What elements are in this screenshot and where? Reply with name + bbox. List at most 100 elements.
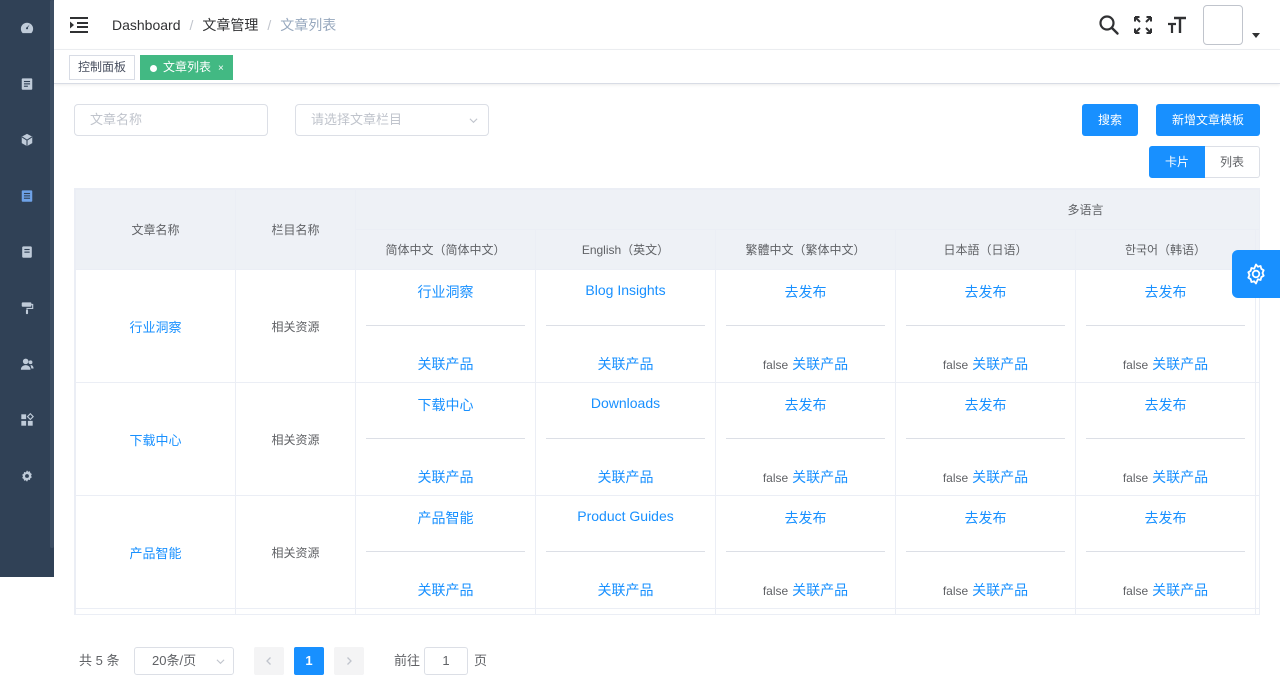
page-size-select[interactable]: 20条/页 [134,647,234,675]
cell-top: 去发布 [716,508,895,528]
lang-title-link[interactable]: 去发布 [965,397,1007,413]
lang-title-link[interactable]: 去发布 [785,510,827,526]
related-products-link[interactable]: 关联产品 [598,356,654,372]
article-name-link[interactable]: 产品智能 [129,546,181,561]
goto-page-input[interactable]: 1 [424,647,468,675]
lang-title-link[interactable]: 去发布 [965,510,1007,526]
related-products-link[interactable]: 关联产品 [598,582,654,598]
related-products-link[interactable]: 关联产品 [418,469,474,485]
sidebar-item-users[interactable] [0,336,54,392]
sidebar [0,0,54,577]
sidebar-item-modules[interactable] [0,392,54,448]
cell-stack: 行业洞察 关联产品 [356,270,535,382]
prev-page-button[interactable] [254,647,284,675]
tags-view: 控制面板 文章列表 × [54,50,1280,84]
avatar[interactable] [1203,5,1243,45]
cell-bottom: 关联产品 [536,354,715,374]
chevron-down-icon[interactable] [1252,33,1260,38]
page-number-current[interactable]: 1 [294,647,324,675]
cell-lang: Blog Insights 关联产品 [535,269,716,383]
sidebar-item-articles[interactable] [0,168,54,224]
related-products-link[interactable]: 关联产品 [792,356,848,372]
related-products-link[interactable]: 关联产品 [418,356,474,372]
cell-bottom: false 关联产品 [1076,354,1255,374]
font-size-icon[interactable] [1166,14,1188,36]
related-products-link[interactable]: 关联产品 [972,582,1028,598]
article-name-link[interactable]: 下载中心 [129,433,181,448]
pagination-total: 共 5 条 [79,653,120,668]
lang-title-link[interactable]: Downloads [591,395,660,411]
sidebar-item-books[interactable] [0,224,54,280]
article-name-link[interactable]: 行业洞察 [129,320,181,335]
lang-title-link[interactable]: 去发布 [785,284,827,300]
cell-lang: Product Guides 关联产品 [535,495,716,609]
cell-empty [235,608,356,614]
cell-empty [75,608,236,614]
view-list-button[interactable]: 列表 [1205,146,1260,178]
cell-lang: 去发布 false 关联产品 [895,495,1076,609]
related-products-link[interactable]: 关联产品 [972,469,1028,485]
lang-title-link[interactable]: 去发布 [1145,510,1187,526]
goto-prefix: 前往 [394,653,421,668]
cell-empty [1254,608,1259,614]
lang-title-link[interactable]: 去发布 [1145,284,1187,300]
hamburger-icon[interactable] [70,16,88,34]
lang-title-link[interactable]: 下载中心 [418,397,474,413]
category-placeholder: 请选择文章栏目 [311,112,403,127]
lang-title-link[interactable]: 产品智能 [418,510,474,526]
sidebar-item-dashboard[interactable] [0,0,54,56]
lang-title-link[interactable]: Blog Insights [585,282,665,298]
cell-lang: 去发布 false 关联产品 [895,382,1076,496]
cell-top: 去发布 [1076,395,1255,415]
breadcrumb-item-article-management[interactable]: 文章管理 [202,15,258,35]
sidebar-item-settings[interactable] [0,448,54,504]
lang-title-link[interactable]: 去发布 [965,284,1007,300]
breadcrumb-item-dashboard[interactable]: Dashboard [112,17,181,33]
lang-title-link[interactable]: 去发布 [785,397,827,413]
related-products-link[interactable]: 关联产品 [1152,469,1208,485]
status-text: false [942,471,969,485]
cell-top: 去发布 [896,508,1075,528]
related-products-link[interactable]: 关联产品 [598,469,654,485]
cell-stack: 去发布 false 关联产品 [1076,383,1255,495]
add-article-template-button[interactable]: 新增文章模板 [1156,104,1260,136]
breadcrumb-separator: / [267,17,272,33]
related-products-link[interactable]: 关联产品 [1152,356,1208,372]
category-select[interactable]: 请选择文章栏目 [295,104,489,136]
cell-column-name: 相关资源 [235,495,356,609]
lang-title-link[interactable]: Product Guides [577,508,674,524]
next-page-button[interactable] [334,647,364,675]
settings-button[interactable] [1232,250,1280,298]
cell-stack: 下载中心 关联产品 [356,383,535,495]
tag-dashboard[interactable]: 控制面板 [69,55,136,80]
fullscreen-icon[interactable] [1132,14,1154,36]
related-products-link[interactable]: 关联产品 [1152,582,1208,598]
lang-title-link[interactable]: 行业洞察 [418,284,474,300]
view-card-button[interactable]: 卡片 [1149,146,1205,178]
search-button[interactable]: 搜索 [1082,104,1138,136]
header-lang-ja: 日本語（日语） [895,229,1076,270]
related-products-link[interactable]: 关联产品 [792,469,848,485]
grid-icon [21,413,34,426]
related-products-link[interactable]: 关联产品 [792,582,848,598]
breadcrumb-separator: / [189,17,194,33]
related-products-link[interactable]: 关联产品 [972,356,1028,372]
tag-label: 文章列表 [163,60,212,74]
cell-top: 去发布 [896,282,1075,302]
sidebar-item-products[interactable] [0,112,54,168]
close-icon[interactable]: × [218,63,224,74]
cell-bottom: false 关联产品 [716,354,895,374]
header-lang-ko: 한국어（韩语） [1075,229,1256,270]
status-text: false [762,358,789,372]
chevron-down-icon [216,659,225,665]
cell-lang: 去发布 false 关联产品 [895,269,1076,383]
related-products-link[interactable]: 关联产品 [418,582,474,598]
article-name-input[interactable]: 文章名称 [74,104,268,136]
sidebar-item-theme[interactable] [0,280,54,336]
tag-article-list[interactable]: 文章列表 × [140,55,233,80]
divider [1086,325,1245,326]
search-icon[interactable] [1098,14,1120,36]
lang-title-link[interactable]: 去发布 [1145,397,1187,413]
sidebar-item-documents[interactable] [0,56,54,112]
cell-stack: 去发布 false 关联产品 [716,383,895,495]
